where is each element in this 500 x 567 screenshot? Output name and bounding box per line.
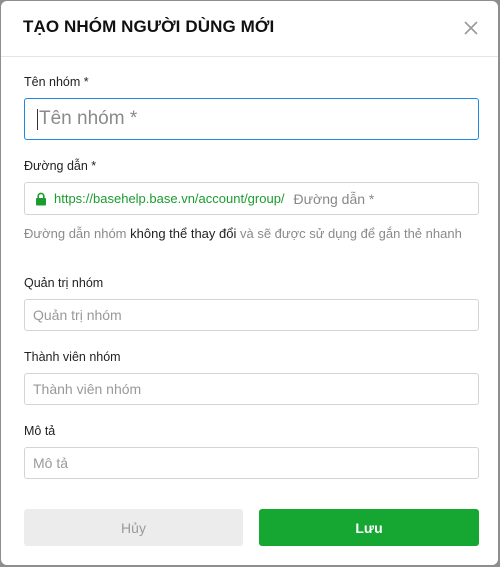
- path-hint-before: Đường dẫn nhóm: [24, 226, 131, 241]
- create-group-dialog: TẠO NHÓM NGƯỜI DÙNG MỚI Tên nhóm * Tên n…: [1, 1, 498, 565]
- dialog-header: TẠO NHÓM NGƯỜI DÙNG MỚI: [1, 1, 498, 57]
- text-caret: [37, 108, 38, 130]
- description-label: Mô tả: [24, 424, 56, 438]
- group-name-label: Tên nhóm *: [24, 75, 89, 89]
- close-icon[interactable]: [461, 18, 481, 38]
- group-name-placeholder: Tên nhóm *: [39, 108, 138, 129]
- group-name-input[interactable]: Tên nhóm *: [24, 98, 479, 140]
- path-hint-emphasis: không thể thay đổi: [130, 226, 237, 241]
- dialog-title: TẠO NHÓM NGƯỜI DÙNG MỚI: [23, 17, 275, 36]
- members-placeholder: Thành viên nhóm: [33, 381, 142, 397]
- admin-placeholder: Quản trị nhóm: [33, 307, 122, 323]
- members-input[interactable]: Thành viên nhóm: [24, 373, 479, 405]
- members-label: Thành viên nhóm: [24, 350, 121, 364]
- path-input[interactable]: https://basehelp.base.vn/account/group/ …: [24, 182, 479, 215]
- path-label: Đường dẫn *: [24, 159, 97, 173]
- path-hint: Đường dẫn nhóm không thể thay đổi và sẽ …: [24, 225, 469, 243]
- path-hint-after: và sẽ được sử dụng để gắn thẻ nhanh: [236, 226, 462, 241]
- admin-label: Quản trị nhóm: [24, 276, 104, 290]
- save-button[interactable]: Lưu: [259, 509, 479, 546]
- description-placeholder: Mô tả: [33, 455, 69, 471]
- admin-input[interactable]: Quản trị nhóm: [24, 299, 479, 331]
- path-placeholder: Đường dẫn *: [293, 190, 375, 207]
- description-input[interactable]: Mô tả: [24, 447, 479, 479]
- path-url-prefix: https://basehelp.base.vn/account/group/: [54, 191, 285, 206]
- lock-icon: [35, 192, 47, 206]
- cancel-button[interactable]: Hủy: [24, 509, 243, 546]
